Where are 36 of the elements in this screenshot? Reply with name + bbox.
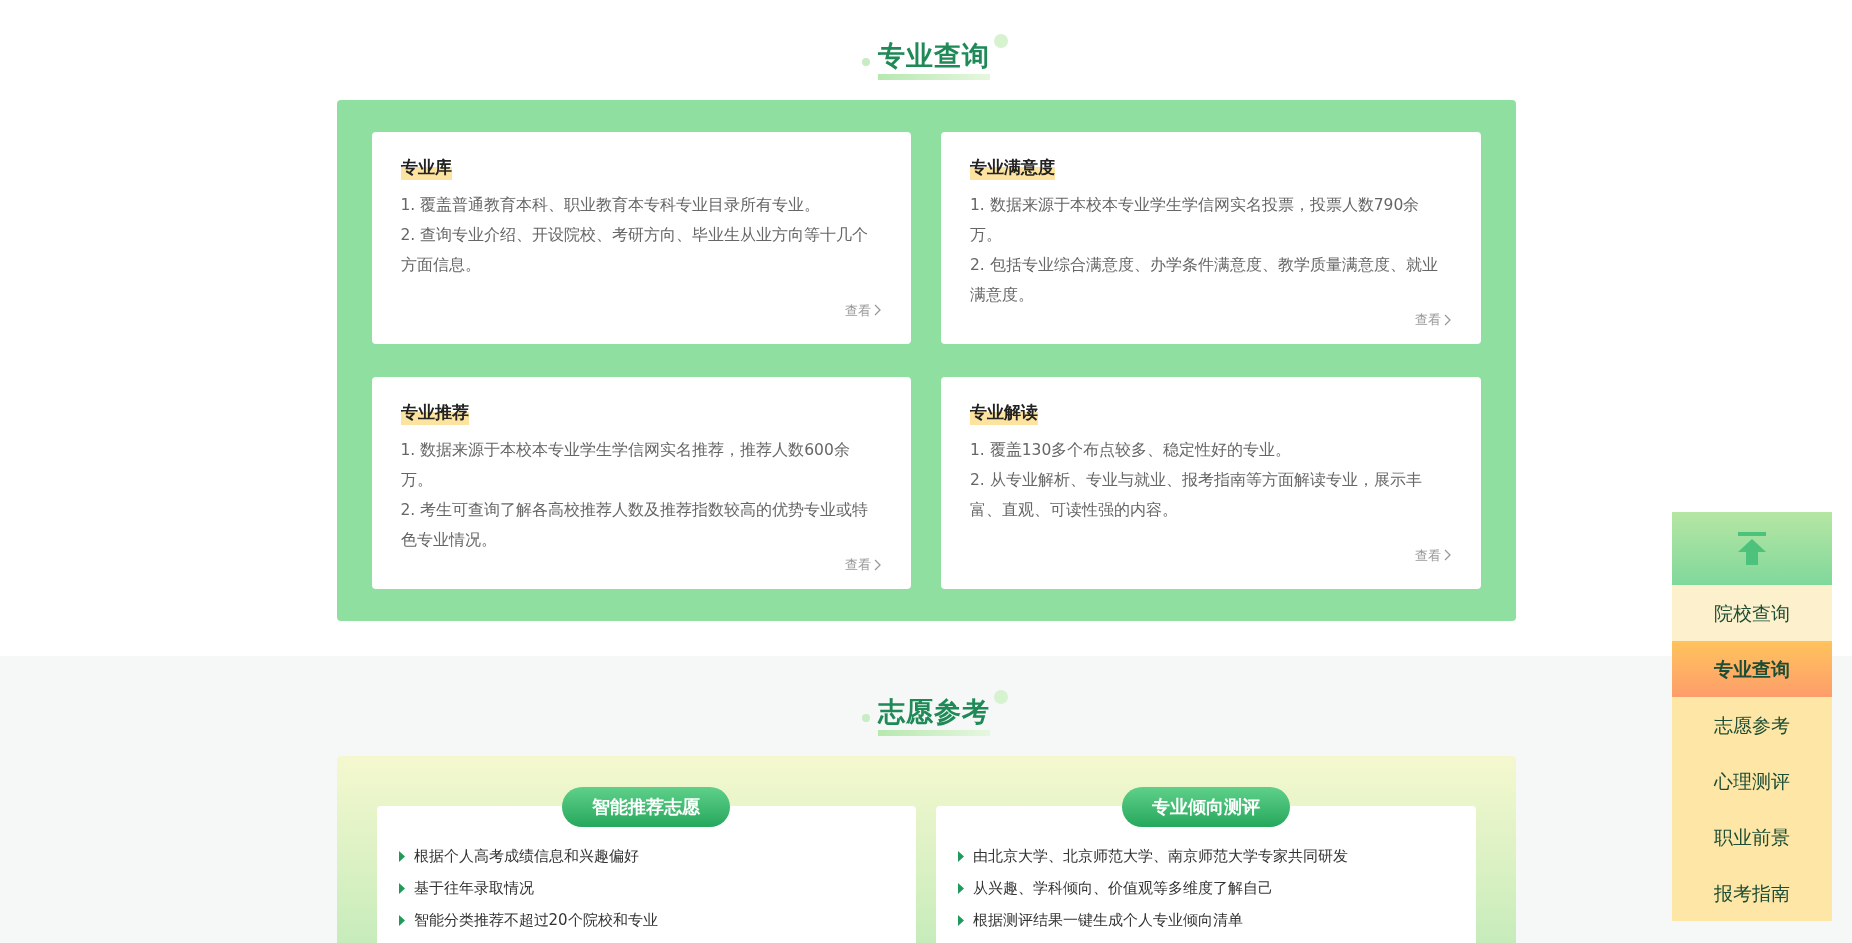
sidebar-nav-item[interactable]: 报考指南 — [1672, 865, 1832, 921]
chevron-right-icon — [1443, 313, 1451, 326]
triangle-bullet-icon — [958, 914, 964, 926]
sidebar-nav-item[interactable]: 院校查询 — [1672, 585, 1832, 641]
sidebar-nav-item[interactable]: 心理测评 — [1672, 753, 1832, 809]
sidebar-nav-item[interactable]: 志愿参考 — [1672, 697, 1832, 753]
arrow-up-icon — [1737, 531, 1767, 566]
triangle-bullet-icon — [398, 882, 405, 894]
triangle-bullet-icon — [958, 850, 964, 862]
back-to-top-button[interactable] — [1672, 512, 1832, 585]
section-title: 专业查询 — [878, 39, 990, 73]
card-badge: 智能推荐志愿 — [562, 787, 731, 827]
chevron-right-icon — [874, 304, 881, 317]
bullet-text: 根据个人高考成绩信息和兴趣偏好 — [413, 845, 639, 867]
sidebar-nav-item[interactable]: 职业前景 — [1672, 809, 1832, 865]
card-text: 1. 覆盖普通教育本科、职业教育本专科专业目录所有专业。 — [400, 195, 822, 216]
bullet-text: 由北京大学、北京师范大学、南京师范大学专家共同研发 — [973, 845, 1348, 867]
card-text: 2. 包括专业综合满意度、办学条件满意度、教学质量满意度、就业满意度。 — [970, 255, 1439, 306]
bullet-text: 从兴趣、学科倾向、价值观等多维度了解自己 — [973, 877, 1273, 899]
card-text: 2. 从专业解析、专业与就业、报考指南等方面解读专业，展示丰富、直观、可读性强的内容。 — [970, 470, 1423, 521]
triangle-bullet-icon — [398, 850, 405, 862]
sidebar-nav-item[interactable]: 专业查询 — [1672, 641, 1832, 697]
card-text: 1. 数据来源于本校本专业学生学信网实名投票，投票人数790余万。 — [970, 195, 1421, 246]
chevron-right-icon — [1443, 549, 1451, 562]
card-text: 1. 数据来源于本校本专业学生学信网实名推荐，推荐人数600余万。 — [400, 440, 851, 491]
section-title: 志愿参考 — [878, 695, 990, 729]
card-text: 2. 考生可查询了解各高校推荐人数及推荐指数较高的优势专业或特色专业情况。 — [400, 500, 870, 551]
chevron-right-icon — [874, 558, 881, 571]
bullet-text: 智能分类推荐不超过20个院校和专业 — [413, 909, 658, 931]
triangle-bullet-icon — [958, 882, 964, 894]
bullet-text: 根据测评结果一键生成个人专业倾向清单 — [973, 909, 1243, 931]
card-text: 1. 覆盖130多个布点较多、稳定性好的专业。 — [970, 440, 1293, 461]
card-text: 2. 查询专业介绍、开设院校、考研方向、毕业生从业方向等十几个方面信息。 — [400, 225, 870, 276]
bullet-text: 基于往年录取情况 — [413, 877, 534, 899]
card-badge: 专业倾向测评 — [1121, 787, 1290, 827]
triangle-bullet-icon — [398, 914, 405, 926]
